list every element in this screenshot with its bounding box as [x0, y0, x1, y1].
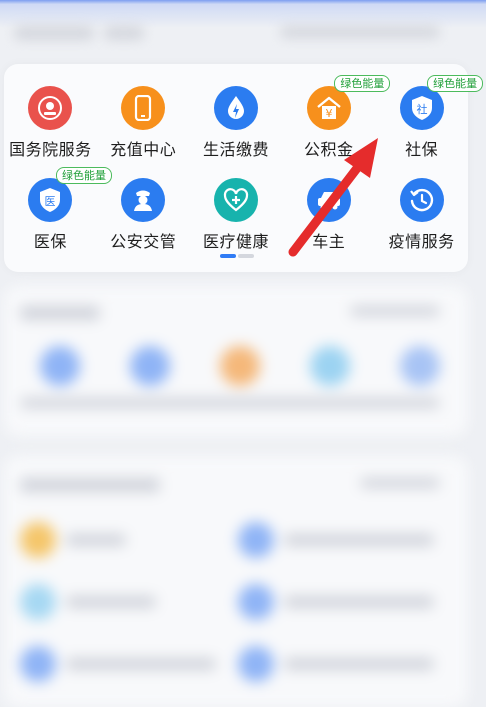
state-council-emblem-icon: [28, 86, 73, 130]
service-label: 医保: [33, 232, 67, 251]
blurred-icon: [130, 346, 170, 386]
service-recharge-center[interactable]: 充值中心: [97, 84, 190, 159]
water-drop-bolt-icon: [213, 86, 258, 130]
blurred-text: [66, 658, 216, 670]
service-social-security[interactable]: 社 绿色能量 社保: [375, 75, 484, 159]
blurred-header-text-3: [280, 26, 440, 38]
service-label: 社保: [405, 140, 439, 159]
blurred-link-2: [360, 478, 440, 488]
blurred-text: [66, 534, 126, 546]
blurred-icon: [40, 346, 80, 386]
page-dot-inactive: [238, 254, 254, 258]
blurred-link-1: [350, 306, 440, 316]
yi-glyph: 医: [45, 195, 56, 208]
service-epidemic[interactable]: 疫情服务: [375, 176, 468, 251]
blurred-text: [284, 658, 434, 670]
blurred-text: [66, 596, 156, 608]
she-glyph: 社: [416, 102, 427, 116]
heart-plus-icon: [213, 178, 258, 222]
service-label: 生活缴费: [202, 140, 269, 159]
blurred-header-text-2: [104, 26, 144, 40]
blurred-icon: [20, 522, 56, 558]
car-icon: [306, 178, 351, 222]
blurred-icon: [238, 646, 274, 682]
blurred-icon: [220, 346, 260, 386]
yuan-glyph: ¥: [325, 107, 332, 120]
service-label: 疫情服务: [388, 232, 455, 251]
service-housing-fund[interactable]: ¥ 绿色能量 公积金: [282, 75, 391, 159]
service-label: 国务院服务: [9, 140, 92, 159]
blurred-heading-1: [20, 306, 100, 320]
page-indicator: [220, 254, 254, 258]
service-utility-payment[interactable]: 生活缴费: [190, 84, 283, 159]
page-dot-active: [220, 254, 236, 258]
blurred-header-text-1: [14, 26, 94, 40]
green-energy-badge: 绿色能量: [427, 75, 484, 92]
blurred-icon: [238, 584, 274, 620]
blurred-text: [20, 398, 440, 408]
blurred-content-area: [0, 286, 486, 707]
services-grid: 国务院服务 充值中心 生活缴费 ¥ 绿色能量 公积金 社 绿色能量 社保 医 绿…: [4, 75, 484, 251]
phone-icon: [121, 86, 166, 130]
blurred-icon: [238, 522, 274, 558]
service-traffic-police[interactable]: 公安交管: [97, 176, 190, 251]
blurred-icon: [20, 646, 56, 682]
service-label: 充值中心: [110, 140, 177, 159]
service-healthcare[interactable]: 医疗健康: [190, 176, 283, 251]
shield-yi-icon: 医: [28, 178, 73, 222]
clock-history-icon: [399, 178, 444, 222]
service-medical-insurance[interactable]: 医 绿色能量 医保: [4, 167, 112, 251]
blurred-icon: [400, 346, 440, 386]
blurred-icon: [20, 584, 56, 620]
blurred-icon: [310, 346, 350, 386]
service-label: 车主: [312, 232, 346, 251]
house-yuan-icon: ¥: [306, 86, 351, 130]
blurred-text: [284, 534, 434, 546]
blurred-text: [284, 596, 434, 608]
service-car-owner[interactable]: 车主: [282, 176, 375, 251]
service-label: 公积金: [304, 140, 354, 159]
service-label: 公安交管: [110, 232, 177, 251]
blurred-heading-2: [20, 478, 160, 492]
service-state-council[interactable]: 国务院服务: [4, 84, 97, 159]
police-officer-icon: [121, 178, 166, 222]
services-card: 国务院服务 充值中心 生活缴费 ¥ 绿色能量 公积金 社 绿色能量 社保 医 绿…: [4, 64, 484, 272]
shield-she-icon: 社: [399, 86, 444, 130]
service-label: 医疗健康: [202, 232, 269, 251]
